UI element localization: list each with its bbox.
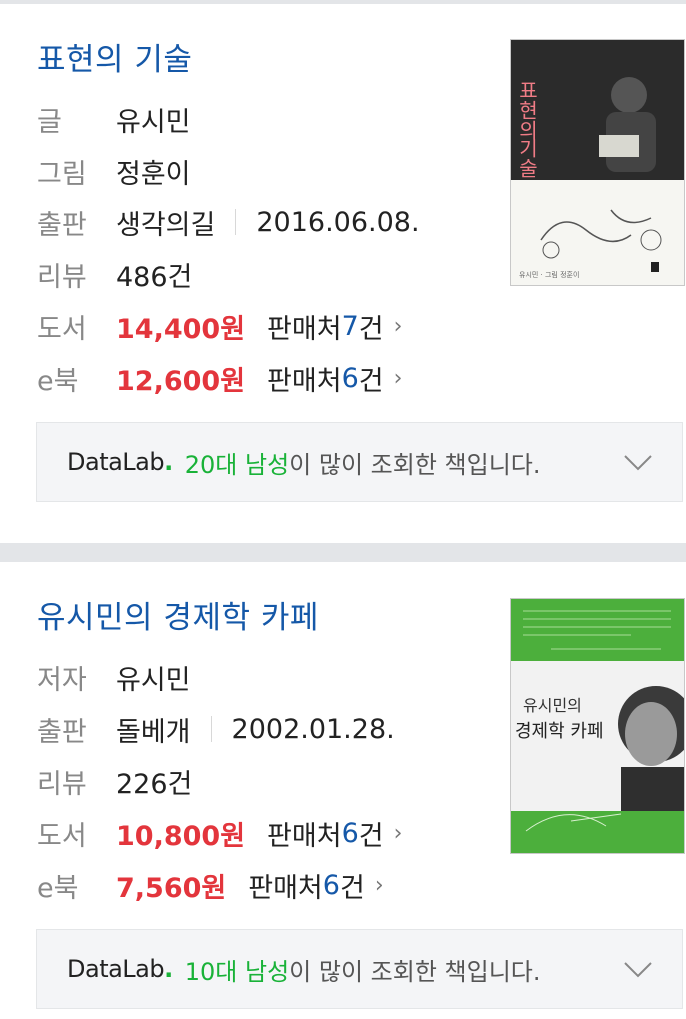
datalab-highlight: 20대 남성 — [184, 450, 290, 479]
row-label: 출판 — [37, 716, 87, 748]
chevron-down-icon[interactable] — [622, 445, 654, 481]
book-price-row[interactable]: 도서 14,400원 판매처 7 건 › — [37, 306, 402, 346]
cover-illustration: 표현의 기술 유시민 · 그림 정훈이 — [511, 40, 684, 285]
datalab-logo: DataLab. — [67, 955, 173, 983]
ebook-price-row[interactable]: e북 12,600원 판매처 6 건 › — [37, 358, 402, 398]
book-price-row[interactable]: 도서 10,800원 판매처 6 건 › — [37, 813, 402, 853]
seller-suffix: 건 — [339, 872, 365, 904]
author-row: 글 유시민 — [37, 99, 191, 139]
seller-count: 6 — [322, 869, 340, 901]
divider — [210, 716, 212, 742]
publisher-row: 출판 생각의길 2016.06.08. — [37, 202, 420, 242]
datalab-text: 이 많이 조회한 책입니다. — [289, 450, 541, 479]
author-row: 저자 유시민 — [37, 657, 191, 697]
row-label: 글 — [37, 106, 62, 138]
seller-label: 판매처 — [267, 820, 342, 852]
review-count-link[interactable]: 226건 — [116, 762, 192, 801]
review-row: 리뷰 486건 — [37, 254, 192, 294]
row-label: 리뷰 — [37, 768, 87, 800]
book-card[interactable]: 표현의 기술 글 유시민 그림 정훈이 출판 생각의길 2016.06.08. … — [0, 4, 686, 543]
price-value: 12,600원 — [116, 365, 246, 397]
author-link[interactable]: 유시민 — [116, 100, 191, 139]
cover-title: 유시민의 — [523, 696, 582, 715]
datalab-highlight: 10대 남성 — [184, 957, 290, 986]
section-gap — [0, 543, 686, 562]
seller-label: 판매처 — [267, 365, 342, 397]
author-link[interactable]: 유시민 — [116, 658, 191, 697]
seller-count: 7 — [341, 310, 359, 342]
datalab-bar[interactable]: DataLab. 20대 남성 이 많이 조회한 책입니다. — [36, 422, 683, 502]
datalab-text: 이 많이 조회한 책입니다. — [289, 957, 541, 986]
row-label: 도서 — [37, 313, 87, 345]
row-label: e북 — [37, 872, 79, 904]
seller-suffix: 건 — [358, 365, 384, 397]
row-label: 저자 — [37, 664, 87, 696]
price-value: 10,800원 — [116, 820, 246, 852]
cover-title: 경제학 카페 — [515, 721, 604, 742]
chevron-right-icon: › — [393, 313, 403, 339]
chevron-right-icon: › — [393, 820, 403, 846]
divider — [235, 209, 237, 235]
datalab-logo: DataLab. — [67, 448, 173, 476]
book-card[interactable]: 유시민의 경제학 카페 저자 유시민 출판 돌베개 2002.01.28. 리뷰… — [0, 562, 686, 1019]
seller-count: 6 — [341, 817, 359, 849]
row-label: 도서 — [37, 820, 87, 852]
ebook-price-row[interactable]: e북 7,560원 판매처 6 건 › — [37, 865, 384, 905]
row-label: 출판 — [37, 209, 87, 241]
cover-title: 기술 — [515, 138, 539, 178]
cover-illustration: 유시민의 경제학 카페 — [511, 599, 684, 853]
publish-date: 2002.01.28. — [231, 713, 395, 745]
price-value: 7,560원 — [116, 872, 227, 904]
seller-suffix: 건 — [358, 820, 384, 852]
price-value: 14,400원 — [116, 313, 246, 345]
cover-title: 표현의 — [515, 80, 539, 140]
row-label: e북 — [37, 365, 79, 397]
book-cover[interactable]: 표현의 기술 유시민 · 그림 정훈이 — [510, 39, 685, 286]
chevron-right-icon: › — [374, 872, 384, 898]
book-title[interactable]: 유시민의 경제학 카페 — [37, 592, 319, 637]
row-label: 리뷰 — [37, 261, 87, 293]
datalab-bar[interactable]: DataLab. 10대 남성 이 많이 조회한 책입니다. — [36, 929, 683, 1009]
seller-label: 판매처 — [248, 872, 323, 904]
publisher-link[interactable]: 생각의길 — [116, 203, 215, 242]
seller-count: 6 — [341, 362, 359, 394]
seller-label: 판매처 — [267, 313, 342, 345]
row-label: 그림 — [37, 158, 87, 190]
cover-credit: 유시민 · 그림 정훈이 — [519, 270, 579, 279]
publisher-row: 출판 돌베개 2002.01.28. — [37, 709, 395, 749]
illustrator-link[interactable]: 정훈이 — [116, 152, 191, 191]
review-count-link[interactable]: 486건 — [116, 255, 192, 294]
publish-date: 2016.06.08. — [256, 206, 420, 238]
review-row: 리뷰 226건 — [37, 761, 192, 801]
book-title[interactable]: 표현의 기술 — [37, 34, 192, 79]
book-cover[interactable]: 유시민의 경제학 카페 — [510, 598, 685, 854]
seller-suffix: 건 — [358, 313, 384, 345]
publisher-link[interactable]: 돌베개 — [116, 710, 191, 749]
chevron-right-icon: › — [393, 365, 403, 391]
chevron-down-icon[interactable] — [622, 952, 654, 988]
illustrator-row: 그림 정훈이 — [37, 151, 191, 191]
